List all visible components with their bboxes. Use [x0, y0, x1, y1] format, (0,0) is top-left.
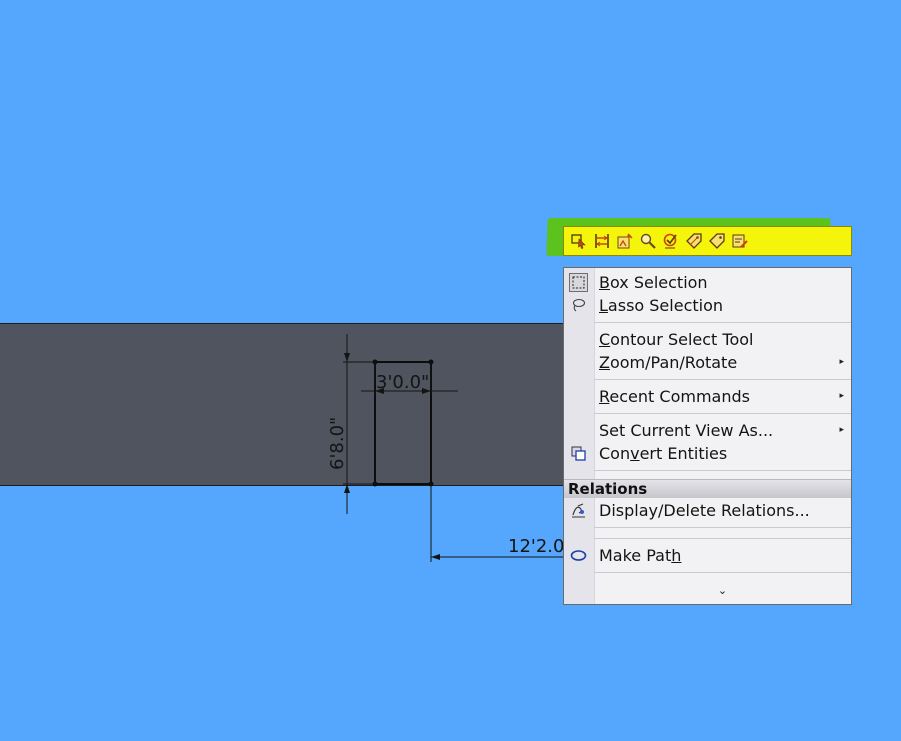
- menu-separator: [594, 322, 851, 323]
- sketch-picture-icon[interactable]: [614, 230, 636, 252]
- menu-item-zoom-pan-rotate[interactable]: Zoom/Pan/Rotate ▸: [564, 351, 851, 374]
- make-path-icon: [569, 546, 588, 565]
- display-relations-icon: [569, 501, 588, 520]
- edit-sketch-icon[interactable]: [729, 230, 751, 252]
- trim-icon[interactable]: [591, 230, 613, 252]
- convert-entities-icon: [569, 444, 588, 463]
- menu-separator: [594, 538, 851, 539]
- submenu-arrow-icon: ▸: [839, 425, 844, 435]
- menu-item-make-path[interactable]: Make Path: [564, 544, 851, 567]
- menu-item-box-selection[interactable]: Box Selection: [564, 271, 851, 294]
- context-menu: Box Selection Lasso Selection Contour Se…: [563, 267, 852, 605]
- tag-alt-icon[interactable]: [706, 230, 728, 252]
- submenu-arrow-icon: ▸: [839, 391, 844, 401]
- lasso-icon: [569, 296, 588, 315]
- expand-menu-chevron-icon[interactable]: ⌄: [594, 582, 851, 600]
- menu-separator: [594, 470, 851, 471]
- box-selection-icon: [569, 273, 588, 292]
- menu-item-recent-commands[interactable]: Recent Commands ▸: [564, 385, 851, 408]
- relation-icon[interactable]: [660, 230, 682, 252]
- menu-separator: [594, 527, 851, 528]
- width-dimension-label[interactable]: 3'0.0": [376, 372, 429, 393]
- height-dimension-label[interactable]: 6'8.0": [327, 417, 348, 470]
- submenu-arrow-icon: ▸: [839, 357, 844, 367]
- menu-separator: [594, 413, 851, 414]
- relations-section-header: Relations: [564, 479, 851, 498]
- menu-separator: [594, 379, 851, 380]
- menu-item-set-current-view[interactable]: Set Current View As... ▸: [564, 419, 851, 442]
- menu-separator: [594, 572, 851, 573]
- menu-item-display-delete-relations[interactable]: Display/Delete Relations...: [564, 499, 851, 522]
- menu-item-lasso-selection[interactable]: Lasso Selection: [564, 294, 851, 317]
- context-toolbar: [563, 226, 852, 256]
- menu-item-convert-entities[interactable]: Convert Entities: [564, 442, 851, 465]
- zoom-icon[interactable]: [637, 230, 659, 252]
- offset-dimension-label[interactable]: 12'2.0: [508, 536, 564, 557]
- menu-item-contour-select[interactable]: Contour Select Tool: [564, 328, 851, 351]
- select-icon[interactable]: [568, 230, 590, 252]
- tag-icon[interactable]: [683, 230, 705, 252]
